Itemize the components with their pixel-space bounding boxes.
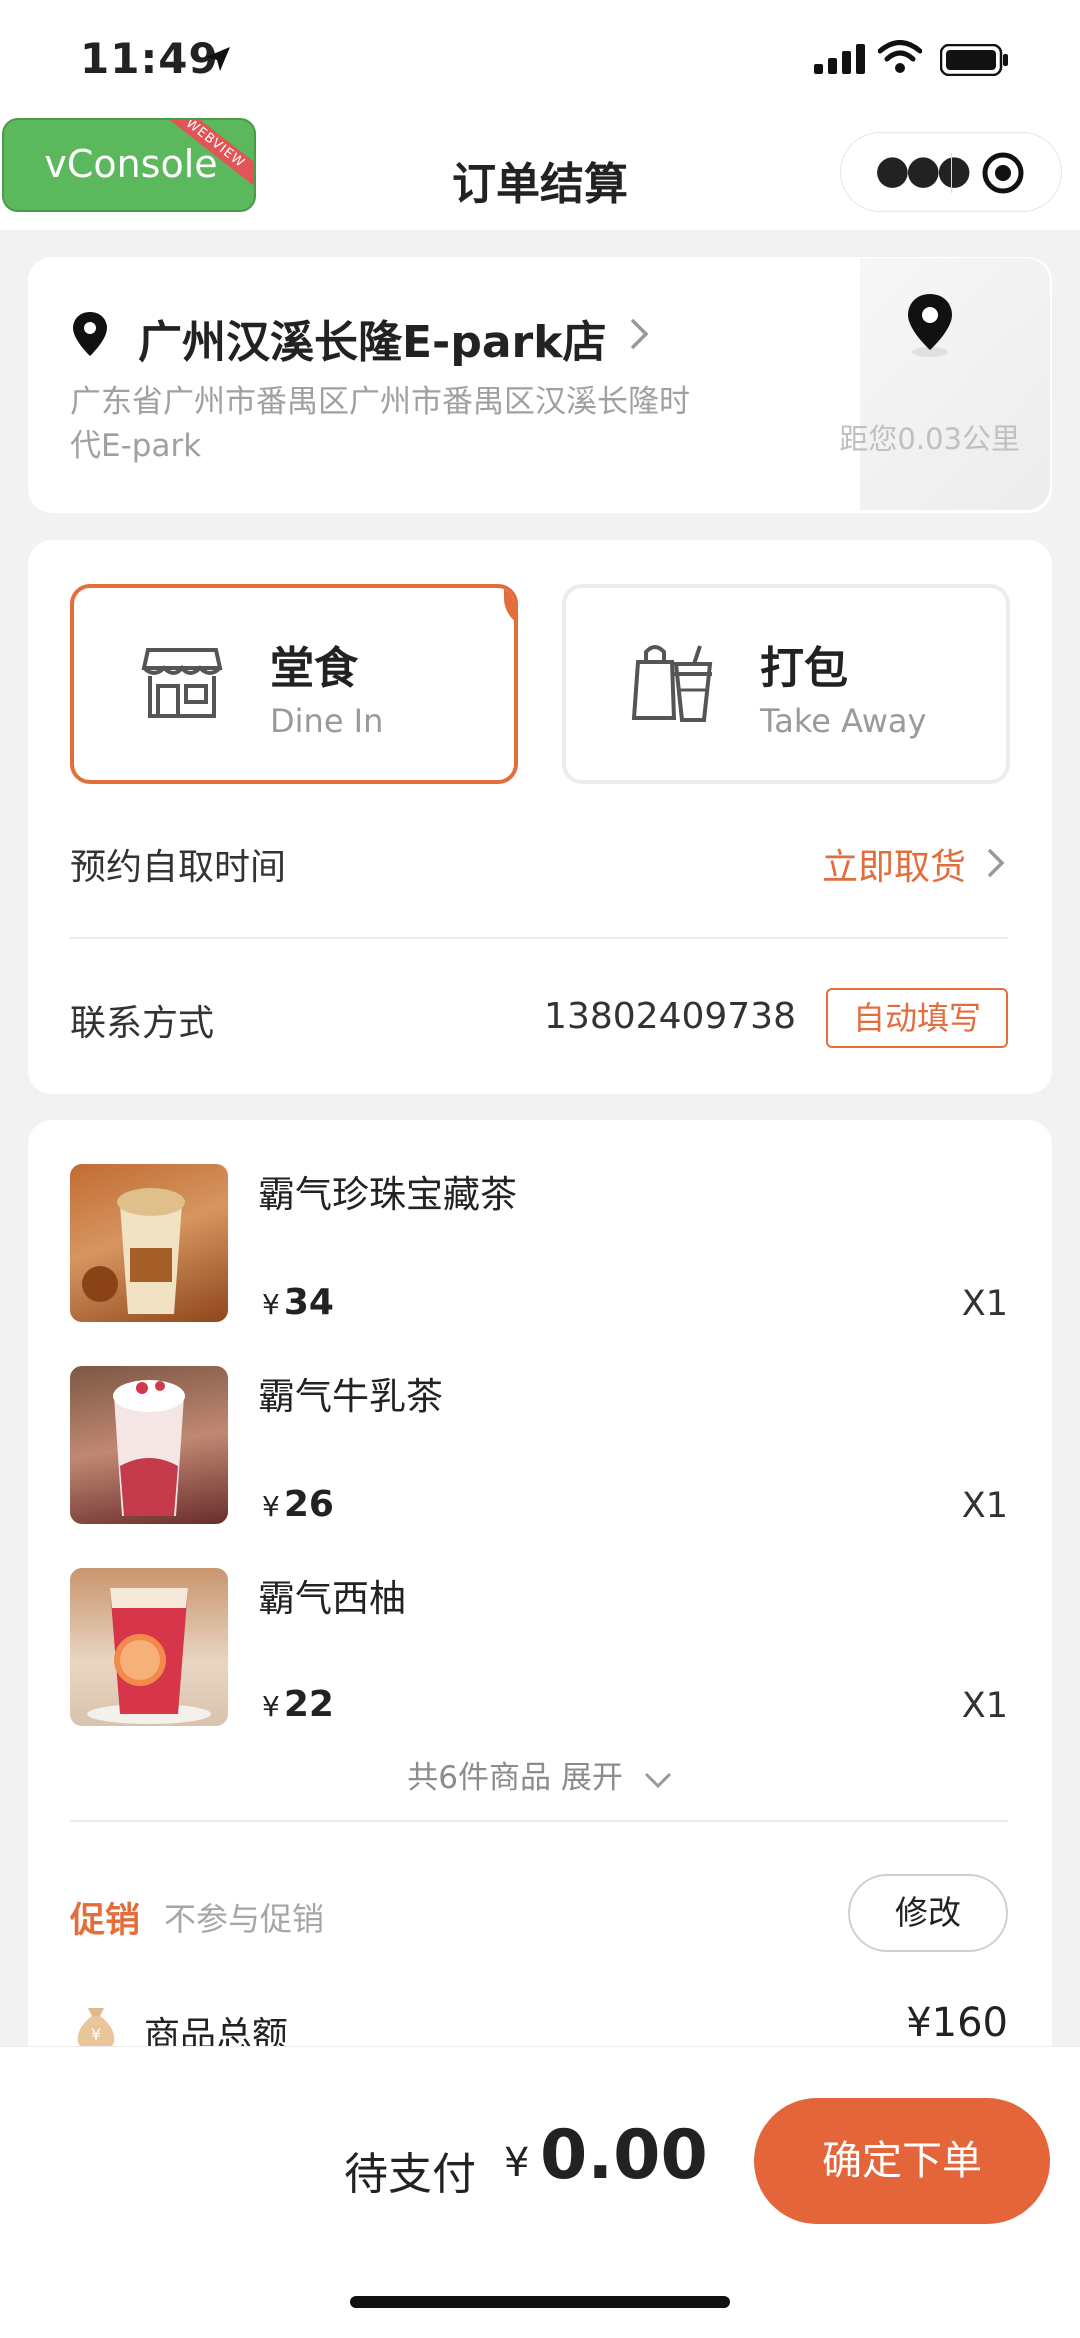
- pay-currency: ¥: [504, 2140, 530, 2186]
- pickup-time-value[interactable]: 立即取货: [760, 838, 966, 890]
- item-thumbnail: [70, 1366, 228, 1524]
- milk-tea-photo: [113, 1380, 185, 1516]
- takeaway-bag-icon: [631, 645, 713, 722]
- take-away-title: 打包: [760, 643, 848, 694]
- status-time: 11:49: [80, 34, 219, 83]
- item-quantity: X1: [961, 1284, 1008, 1324]
- promotion-value: 不参与促销: [164, 1900, 325, 1938]
- chevron-right-icon[interactable]: [626, 316, 652, 352]
- capsule-divider: [951, 153, 952, 193]
- dine-in-title: 堂食: [270, 643, 358, 694]
- place-order-button[interactable]: 确定下单: [754, 2098, 1050, 2224]
- autofill-button[interactable]: 自动填写: [826, 988, 1008, 1048]
- contact-phone: 13802409738: [544, 996, 796, 1037]
- expand-items-toggle[interactable]: 共6件商品 展开: [0, 1752, 1080, 1797]
- chevron-right-icon[interactable]: [984, 846, 1008, 880]
- home-indicator: [350, 2296, 730, 2308]
- item-price: ¥26: [262, 1484, 334, 1525]
- divider: [70, 1820, 1008, 1822]
- location-pin-icon: [73, 312, 107, 356]
- more-icon[interactable]: ●●●: [875, 147, 972, 193]
- item-name: 霸气珍珠宝藏茶: [258, 1173, 517, 1216]
- grapefruit-drink-photo: [87, 1588, 211, 1724]
- edit-promotion-button[interactable]: 修改: [848, 1874, 1008, 1952]
- dine-in-subtitle: Dine In: [270, 702, 384, 740]
- item-quantity: X1: [961, 1686, 1008, 1726]
- location-arrow-icon: [206, 47, 230, 71]
- item-name: 霸气西柚: [258, 1577, 406, 1620]
- chevron-down-icon: [644, 1772, 671, 1788]
- map-pin-icon: [908, 294, 952, 357]
- storefront-icon: [141, 648, 223, 718]
- money-bag-icon: ¥: [77, 2008, 115, 2050]
- close-target-icon[interactable]: [981, 151, 1025, 195]
- take-away-subtitle: Take Away: [760, 702, 927, 740]
- item-price: ¥22: [262, 1684, 334, 1725]
- cellular-signal-icon: [814, 44, 865, 74]
- expand-label: 共6件商品 展开: [407, 1760, 623, 1796]
- subtotal-value: ¥160: [906, 2000, 1008, 2046]
- store-address: 广东省广州市番禺区广州市番禺区汉溪长隆时代E-park: [70, 384, 690, 464]
- item-thumbnail: [70, 1164, 228, 1322]
- divider: [70, 937, 1008, 939]
- pay-amount: 0.00: [540, 2116, 708, 2195]
- item-quantity: X1: [961, 1486, 1008, 1526]
- wifi-icon: [878, 40, 922, 73]
- item-name: 霸气牛乳茶: [258, 1375, 443, 1418]
- store-name[interactable]: 广州汉溪长隆E-park店: [138, 306, 606, 370]
- contact-label: 联系方式: [70, 1003, 215, 1044]
- battery-icon: [940, 44, 1008, 76]
- mini-program-capsule: ●●●: [840, 132, 1062, 212]
- pay-label: 待支付: [344, 2149, 476, 2200]
- item-thumbnail: [70, 1568, 228, 1726]
- pearl-tea-photo: [70, 1164, 228, 1322]
- pickup-time-label: 预约自取时间: [70, 847, 287, 888]
- promotion-label: 促销: [70, 1901, 141, 1941]
- svg-text:¥: ¥: [91, 2025, 101, 2044]
- store-distance: 距您0.03公里: [839, 422, 1020, 456]
- item-price: ¥34: [262, 1282, 334, 1323]
